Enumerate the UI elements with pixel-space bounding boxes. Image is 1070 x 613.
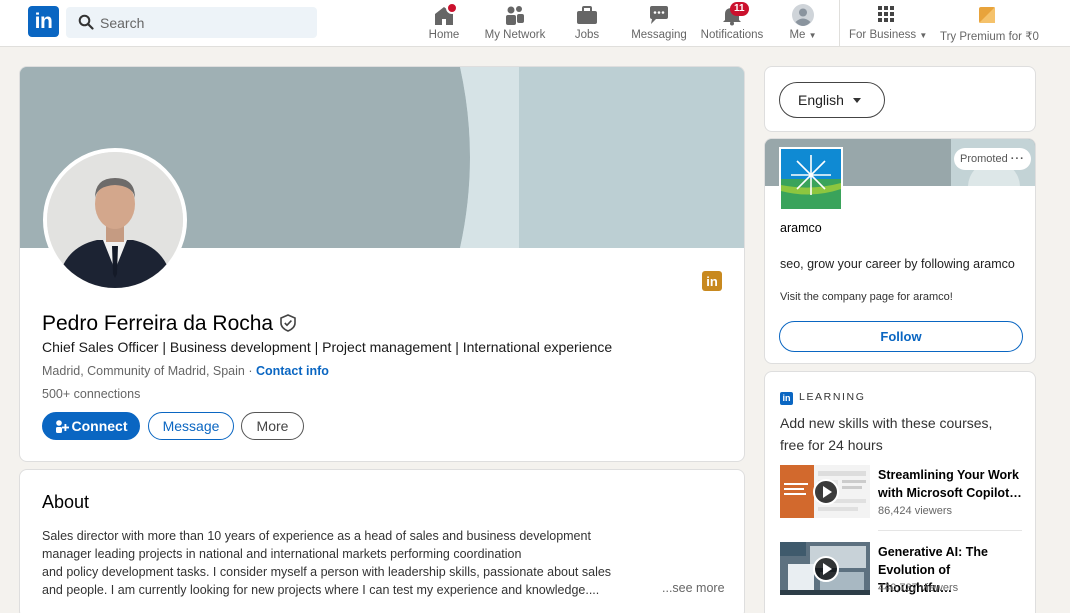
learning-title: Add new skills with these courses, free … <box>780 415 993 453</box>
language-label: English <box>798 92 844 108</box>
profile-card: in Pedro Ferreira da Rocha Chief Sales O… <box>19 66 745 462</box>
nav-label: Home <box>428 29 460 41</box>
linkedin-learning-icon: in <box>780 392 793 405</box>
location-separator: · <box>244 364 256 378</box>
course-thumbnail[interactable] <box>780 542 870 595</box>
nav-label: For Business ▼ <box>849 29 927 41</box>
premium-icon <box>978 4 996 26</box>
nav-label: Me ▼ <box>787 29 819 41</box>
connect-label: Connect <box>71 418 128 434</box>
verified-icon[interactable] <box>279 314 297 332</box>
location-text: Madrid, Community of Madrid, Spain <box>42 364 245 378</box>
nav-me[interactable]: Me ▼ <box>787 4 819 44</box>
bell-icon: 11 <box>720 2 749 26</box>
contact-info-link[interactable]: Contact info <box>256 364 329 378</box>
search-input[interactable] <box>100 7 310 38</box>
see-more-link[interactable]: ...see more <box>662 581 725 595</box>
for-business-label: For Business <box>849 29 917 41</box>
nav-try-premium[interactable]: Try Premium for ₹0 <box>940 4 1039 44</box>
course-viewers: 440,737 viewers <box>878 582 959 594</box>
chevron-down-icon: ▼ <box>808 31 817 40</box>
about-card: About Sales director with more than 10 y… <box>19 469 745 613</box>
course-thumbnail[interactable] <box>780 465 870 518</box>
search-bar[interactable] <box>66 7 317 38</box>
about-line: and policy development tasks. I consider… <box>42 565 612 579</box>
connections-count: 500+ connections <box>42 387 141 401</box>
nav-messaging[interactable]: Messaging <box>631 4 687 44</box>
profile-name-text: Pedro Ferreira da Rocha <box>42 312 274 335</box>
profile-location: Madrid, Community of Madrid, Spain · Con… <box>42 364 329 378</box>
nav-notifications[interactable]: 11 Notifications <box>700 2 764 44</box>
network-icon <box>503 4 527 26</box>
home-icon <box>432 2 458 26</box>
linkedin-logo[interactable]: in <box>28 6 59 37</box>
about-text: Sales director with more than 10 years o… <box>42 527 622 599</box>
learning-header: in LEARNING <box>780 391 865 405</box>
profile-headline: Chief Sales Officer | Business developme… <box>42 339 613 355</box>
profile-photo[interactable] <box>43 148 187 292</box>
message-button[interactable]: Message <box>148 412 234 440</box>
nav-label: Jobs <box>574 29 600 41</box>
ad-subtext: Visit the company page for aramco! <box>780 291 953 303</box>
learning-card: in LEARNING Add new skills with these cou… <box>764 371 1036 613</box>
nav-home[interactable]: Home <box>426 2 462 44</box>
chevron-down-icon: ▼ <box>919 31 928 40</box>
nav-label: Notifications <box>700 29 764 41</box>
promoted-text: Promoted <box>960 153 1008 165</box>
about-line: manager leading projects in national and… <box>42 547 522 561</box>
me-label: Me <box>789 29 806 41</box>
language-card: English <box>764 66 1036 132</box>
search-icon <box>78 14 94 30</box>
nav-label: Try Premium for ₹0 <box>940 31 1039 43</box>
course-item[interactable]: Generative AI: The Evolution of Thoughtf… <box>780 542 1024 598</box>
avatar-icon <box>792 4 814 26</box>
nav-for-business[interactable]: For Business ▼ <box>849 4 927 44</box>
play-icon[interactable] <box>813 556 839 582</box>
nav-divider <box>839 0 840 46</box>
grid-icon <box>876 4 896 26</box>
course-title[interactable]: Streamlining Your Work with Microsoft Co… <box>878 466 1024 502</box>
add-person-icon <box>55 420 69 433</box>
nav-jobs[interactable]: Jobs <box>572 4 602 44</box>
course-viewers: 86,424 viewers <box>878 505 952 517</box>
top-nav: in Home My Network Jobs Messaging 11 N <box>0 0 1070 47</box>
learning-header-text: LEARNING <box>799 391 866 403</box>
ad-company-name[interactable]: aramco <box>780 221 822 235</box>
more-button[interactable]: More <box>241 412 304 440</box>
more-options-icon[interactable]: ··· <box>1011 153 1025 165</box>
about-title: About <box>42 492 90 512</box>
nav-label: Messaging <box>631 29 687 41</box>
ad-headline: seo, grow your career by following aramc… <box>780 257 1015 271</box>
aramco-logo[interactable] <box>779 147 843 211</box>
nav-my-network[interactable]: My Network <box>484 4 546 44</box>
messaging-icon <box>647 4 671 26</box>
divider <box>878 530 1022 531</box>
promoted-label[interactable]: Promoted ··· <box>954 148 1031 170</box>
connect-button[interactable]: Connect <box>42 412 140 440</box>
notification-badge: 11 <box>730 2 749 16</box>
ad-card: Promoted ··· aramco seo, grow your caree… <box>764 138 1036 364</box>
briefcase-icon <box>575 4 599 26</box>
about-line: Sales director with more than 10 years o… <box>42 529 591 543</box>
nav-label: My Network <box>484 29 546 41</box>
about-line: and people. I am currently looking for n… <box>42 583 600 597</box>
caret-down-icon <box>853 98 861 103</box>
course-item[interactable]: Streamlining Your Work with Microsoft Co… <box>780 465 1024 521</box>
follow-button[interactable]: Follow <box>779 321 1023 352</box>
linkedin-badge-icon: in <box>702 271 722 291</box>
profile-name: Pedro Ferreira da Rocha <box>42 312 297 336</box>
play-icon[interactable] <box>813 479 839 505</box>
language-select[interactable]: English <box>779 82 885 118</box>
